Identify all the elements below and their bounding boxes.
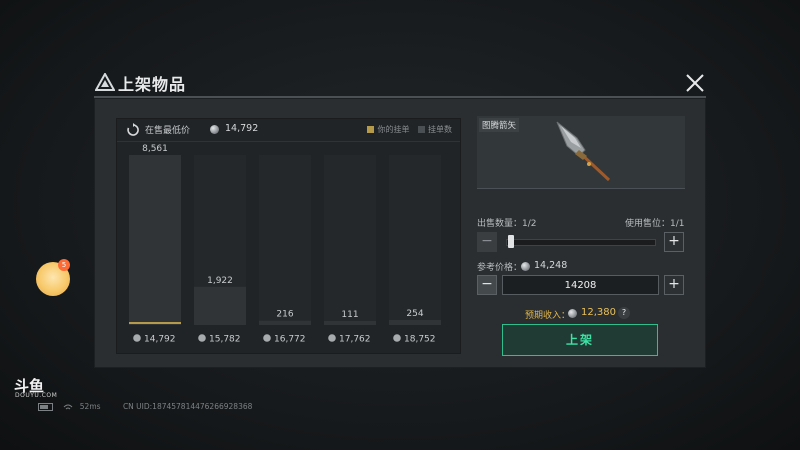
legend-label: 你的挂单 xyxy=(377,125,410,134)
ping-value: 52ms xyxy=(79,402,101,411)
quantity-slider-thumb[interactable] xyxy=(508,235,514,248)
bar-data-label: 111 xyxy=(341,310,358,320)
douyu-domain: DOUYU.COM xyxy=(15,392,58,399)
price-minus-button[interactable]: − xyxy=(477,275,497,295)
price-input[interactable] xyxy=(502,275,659,295)
bar[interactable] xyxy=(129,155,181,325)
quantity-slider-track[interactable] xyxy=(506,239,656,246)
coin-icon xyxy=(393,334,401,342)
legend-swatch xyxy=(418,126,425,133)
quantity-plus-button[interactable]: + xyxy=(664,232,684,252)
legend-label: 挂单数 xyxy=(428,125,452,134)
item-preview: 图腾箭矢 xyxy=(477,116,685,189)
item-name: 图腾箭矢 xyxy=(479,118,520,132)
reference-price-value: 14,248 xyxy=(534,260,568,271)
bar-column-bg xyxy=(324,155,376,325)
legend-item-your-listing: 你的挂单 xyxy=(367,125,409,134)
expected-income-value: 12,380 xyxy=(581,307,616,318)
bar-data-label: 254 xyxy=(406,309,423,319)
category-price-label: 16,772 xyxy=(274,335,306,345)
bar-column-bg xyxy=(259,155,311,325)
status-bar: 52ms CN UID:1874578144762669283​68 xyxy=(38,402,252,411)
sell-quantity-label: 出售数量：1/2 xyxy=(477,219,537,229)
close-icon[interactable] xyxy=(684,72,706,94)
bar[interactable] xyxy=(389,319,441,325)
coin-icon xyxy=(521,262,530,271)
slot-usage-label: 使用售位：1/1 xyxy=(625,219,685,229)
arrow-item-icon xyxy=(556,121,611,182)
help-icon[interactable]: ? xyxy=(618,307,630,319)
legend-swatch xyxy=(367,126,375,133)
delta-logo-icon xyxy=(95,73,115,91)
bar-chart: 8,561 14,792 1,922 15,782 216 16,772 111 17,762… xyxy=(129,144,441,345)
bar-data-label: 216 xyxy=(276,310,293,320)
battery-icon xyxy=(38,403,53,411)
uid-text: CN UID:1874578144762669283​68 xyxy=(122,402,253,411)
lowest-price-value: 14,792 xyxy=(225,123,259,134)
your-listing-marker xyxy=(129,322,181,324)
lowest-price-label: 在售最低价 xyxy=(145,126,191,136)
notification-badge: 5 xyxy=(58,259,70,271)
coin-icon xyxy=(198,334,206,342)
category-price-label: 17,762 xyxy=(339,335,371,345)
bar-column-bg xyxy=(389,155,441,325)
bar-data-label: 8,561 xyxy=(142,144,168,154)
expected-income-label: 预期收入： xyxy=(525,311,571,321)
bar-data-label: 1,922 xyxy=(207,276,233,286)
modal-title: 上架物品 xyxy=(118,75,187,94)
chart-header: 在售最低价 14,792 你的挂单 挂单数 xyxy=(117,119,460,142)
reference-price-label: 参考价格： xyxy=(477,263,523,273)
modal-header: 上架物品 xyxy=(92,70,708,98)
coin-icon xyxy=(568,309,577,318)
category-price-label: 15,782 xyxy=(209,335,241,345)
coin-icon xyxy=(210,125,219,134)
legend-item-listing-count: 挂单数 xyxy=(418,125,452,134)
refresh-icon[interactable] xyxy=(126,123,140,137)
chart-legend: 你的挂单 挂单数 xyxy=(361,124,452,135)
quantity-minus-button[interactable]: − xyxy=(477,232,497,252)
bar[interactable] xyxy=(259,320,311,325)
coin-icon xyxy=(263,334,271,342)
bar[interactable] xyxy=(194,286,246,325)
wifi-icon xyxy=(64,404,73,409)
modal-body: 在售最低价 14,792 你的挂单 挂单数 8,561 14,792 1,922 15… xyxy=(94,96,706,368)
price-chart-panel: 在售最低价 14,792 你的挂单 挂单数 8,561 14,792 1,922 15… xyxy=(116,118,461,354)
price-plus-button[interactable]: + xyxy=(664,275,684,295)
bar[interactable] xyxy=(324,321,376,325)
category-price-label: 14,792 xyxy=(144,335,176,345)
coin-icon xyxy=(133,334,141,342)
list-item-button[interactable]: 上架 xyxy=(502,324,658,356)
category-price-label: 18,752 xyxy=(404,335,436,345)
coin-icon xyxy=(328,334,336,342)
